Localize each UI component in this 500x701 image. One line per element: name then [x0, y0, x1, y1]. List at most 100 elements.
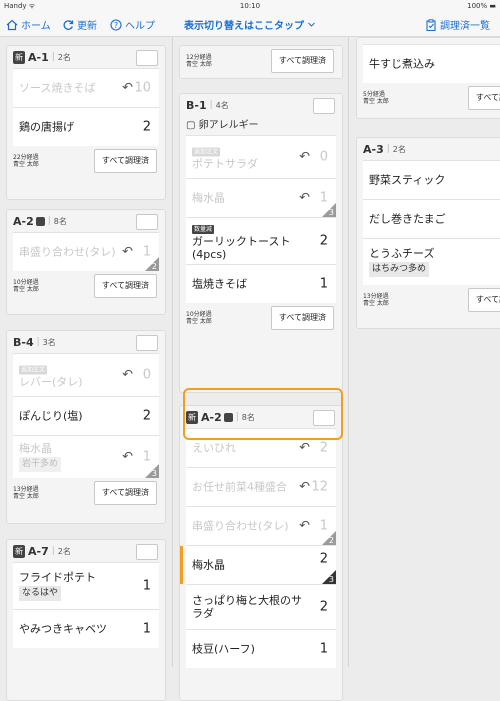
undo-icon[interactable]: ↶ — [122, 81, 133, 96]
order-item[interactable]: 牛すじ煮込み 1 — [363, 44, 500, 83]
order-column-2: 12分経過 青空 太郎 すべて調理済 B-1 | 4名 ▢ 卵アレルギー 追加注文… — [172, 37, 349, 701]
order-item[interactable]: 追加注文 レバー(タレ) ↶ 0 — [13, 353, 159, 396]
view-toggle-button[interactable]: 表示切り替えはここタップ — [184, 17, 316, 32]
order-item[interactable]: えいひれ ↶ 2 — [186, 428, 336, 467]
order-card-a1: 新 A-1 | 2名 ソース焼きそば ↶ 10 鶏の唐揚げ 2 22分経過 青空 … — [6, 45, 166, 200]
toolbar: ホーム 更新 ? ヘルプ 表示切り替えはここタップ 調理済一覧 — [0, 12, 500, 37]
undo-icon[interactable]: ↶ — [122, 245, 133, 260]
clock: 10:10 — [239, 2, 261, 10]
item-qty: 1 — [319, 641, 328, 657]
list-icon[interactable] — [136, 544, 158, 560]
undo-icon[interactable]: ↶ — [122, 450, 133, 465]
item-qty: 10 — [134, 80, 151, 96]
table-number: A-1 — [28, 50, 49, 64]
card-header: 新 A-7 | 2名 — [7, 540, 165, 562]
guest-count: 2名 — [392, 144, 406, 154]
order-column-3: 牛すじ煮込み 1 5分経過青空 太郎 すべて調理済 A-3 | 2名 野菜スティ… — [348, 37, 500, 667]
card-header: B-4 | 3名 — [7, 331, 165, 353]
order-item[interactable]: やみつきキャベツ 1 — [13, 609, 159, 648]
order-item[interactable]: とうふチーズはちみつ多め 1 — [363, 238, 500, 285]
all-done-button[interactable]: すべて調理済 — [467, 288, 500, 312]
order-item[interactable]: 鶏の唐揚げ 2 — [13, 107, 159, 146]
list-icon[interactable] — [136, 214, 158, 230]
refresh-button[interactable]: 更新 — [62, 17, 97, 32]
guest-count: 4名 — [215, 100, 229, 110]
item-name: 串盛り合わせ(タレ) — [192, 519, 289, 533]
item-name: お任せ前菜4種盛合 — [192, 480, 287, 494]
order-item[interactable]: 野菜スティック 1 — [363, 160, 500, 199]
item-name: 鶏の唐揚げ — [19, 120, 74, 134]
item-name: ぽんじり(塩) — [19, 409, 83, 423]
card-header: A-3 | 2名 — [363, 142, 406, 156]
order-item[interactable]: 追加注文 ポテトサラダ ↶ 0 — [186, 135, 336, 178]
card-header: 新 A-1 | 2名 — [7, 46, 165, 68]
order-item[interactable]: 梅水晶 ↶ 1 3 — [186, 178, 336, 217]
card-header: B-1 | 4名 — [180, 94, 342, 116]
order-item[interactable]: さっぱり梅と大根のサラダ 2 — [186, 584, 336, 629]
new-badge: 新 — [186, 410, 198, 424]
list-icon[interactable] — [313, 98, 335, 114]
order-item[interactable]: だし巻きたまご 1 — [363, 199, 500, 238]
home-button[interactable]: ホーム — [6, 17, 51, 32]
order-column-1: 新 A-1 | 2名 ソース焼きそば ↶ 10 鶏の唐揚げ 2 22分経過 青空 … — [0, 37, 172, 701]
all-done-button[interactable]: すべて調理済 — [93, 481, 157, 505]
corner-count: 3 — [328, 575, 334, 584]
item-name: 牛すじ煮込み — [369, 57, 435, 71]
allergy-note: ▢ 卵アレルギー — [186, 120, 259, 131]
order-item[interactable]: 塩焼きそば 1 — [186, 264, 336, 303]
order-item[interactable]: ぽんじり(塩) 2 — [13, 396, 159, 435]
table-number: B-1 — [186, 98, 207, 112]
item-name: 塩焼きそば — [192, 277, 247, 291]
card-footer: 13分経過青空 太郎 すべて調理済 — [357, 285, 500, 315]
order-item[interactable]: 数量減 ガーリックトースト(4pcs) 2 — [186, 217, 336, 264]
list-icon[interactable] — [313, 410, 335, 426]
list-icon[interactable] — [136, 50, 158, 66]
item-qty: 0 — [142, 367, 151, 383]
order-item[interactable]: 梅水晶 岩干多め ↶ 1 3 — [13, 435, 159, 478]
item-qty: 2 — [319, 440, 328, 456]
item-name: フライドポテト なるはや — [19, 571, 119, 601]
order-item[interactable]: ソース焼きそば ↶ 10 — [13, 68, 159, 107]
table-number: B-4 — [13, 335, 34, 349]
item-name: 梅水晶 — [192, 558, 225, 572]
order-item[interactable]: お任せ前菜4種盛合 ↶ 12 — [186, 467, 336, 506]
table-number: A-7 — [28, 544, 49, 558]
guest-count: 8名 — [53, 216, 67, 226]
item-name: とうふチーズ はちみつ多め — [369, 247, 479, 277]
item-note: 岩干多め — [19, 457, 62, 472]
order-item[interactable]: 串盛り合わせ(タレ) ↶ 1 2 — [186, 506, 336, 545]
order-card-b4: B-4 | 3名 追加注文 レバー(タレ) ↶ 0 ぽんじり(塩) 2 梅水晶 岩干… — [6, 330, 166, 524]
refresh-icon — [63, 19, 74, 30]
guest-count: 2名 — [57, 546, 71, 556]
undo-icon[interactable]: ↶ — [299, 191, 310, 206]
order-card-a3: A-3 | 2名 野菜スティック 1 だし巻きたまご 1 とうふチーズはちみつ多… — [356, 137, 500, 329]
undo-icon[interactable]: ↶ — [299, 519, 310, 534]
undo-icon[interactable]: ↶ — [299, 150, 310, 165]
photo-icon — [223, 412, 233, 422]
new-badge: 新 — [13, 544, 25, 558]
status-bar: Handy ᯤ 10:10 100% ▬ — [0, 0, 500, 12]
order-card-partial: 12分経過 青空 太郎 すべて調理済 — [179, 45, 343, 79]
list-icon[interactable] — [136, 335, 158, 351]
all-done-button[interactable]: すべて調理済 — [93, 149, 157, 173]
order-card-a7: 新 A-7 | 2名 フライドポテト なるはや 1 やみつきキャベツ 1 — [6, 539, 166, 701]
done-list-button[interactable]: 調理済一覧 — [425, 17, 490, 32]
all-done-button[interactable]: すべて調理済 — [467, 86, 500, 110]
item-name: 野菜スティック — [369, 173, 446, 187]
order-item[interactable]: 枝豆(ハーフ) 1 — [186, 629, 336, 668]
order-item[interactable]: フライドポテト なるはや 1 — [13, 562, 159, 609]
help-label: ヘルプ — [125, 21, 155, 32]
home-icon — [6, 19, 18, 30]
undo-icon[interactable]: ↶ — [122, 368, 133, 383]
order-card-partial-top: 牛すじ煮込み 1 5分経過青空 太郎 すべて調理済 — [356, 37, 500, 119]
undo-icon[interactable]: ↶ — [299, 441, 310, 456]
svg-text:?: ? — [114, 21, 118, 30]
all-done-button[interactable]: すべて調理済 — [270, 49, 334, 73]
undo-icon[interactable]: ↶ — [299, 480, 310, 495]
table-number: A-3 — [363, 142, 384, 156]
order-item[interactable]: 梅水晶 2 3 — [180, 545, 336, 584]
help-button[interactable]: ? ヘルプ — [110, 17, 155, 32]
all-done-button[interactable]: すべて調理済 — [270, 306, 334, 330]
all-done-button[interactable]: すべて調理済 — [93, 274, 157, 298]
order-item[interactable]: 串盛り合わせ(タレ) ↶ 1 2 — [13, 232, 159, 271]
